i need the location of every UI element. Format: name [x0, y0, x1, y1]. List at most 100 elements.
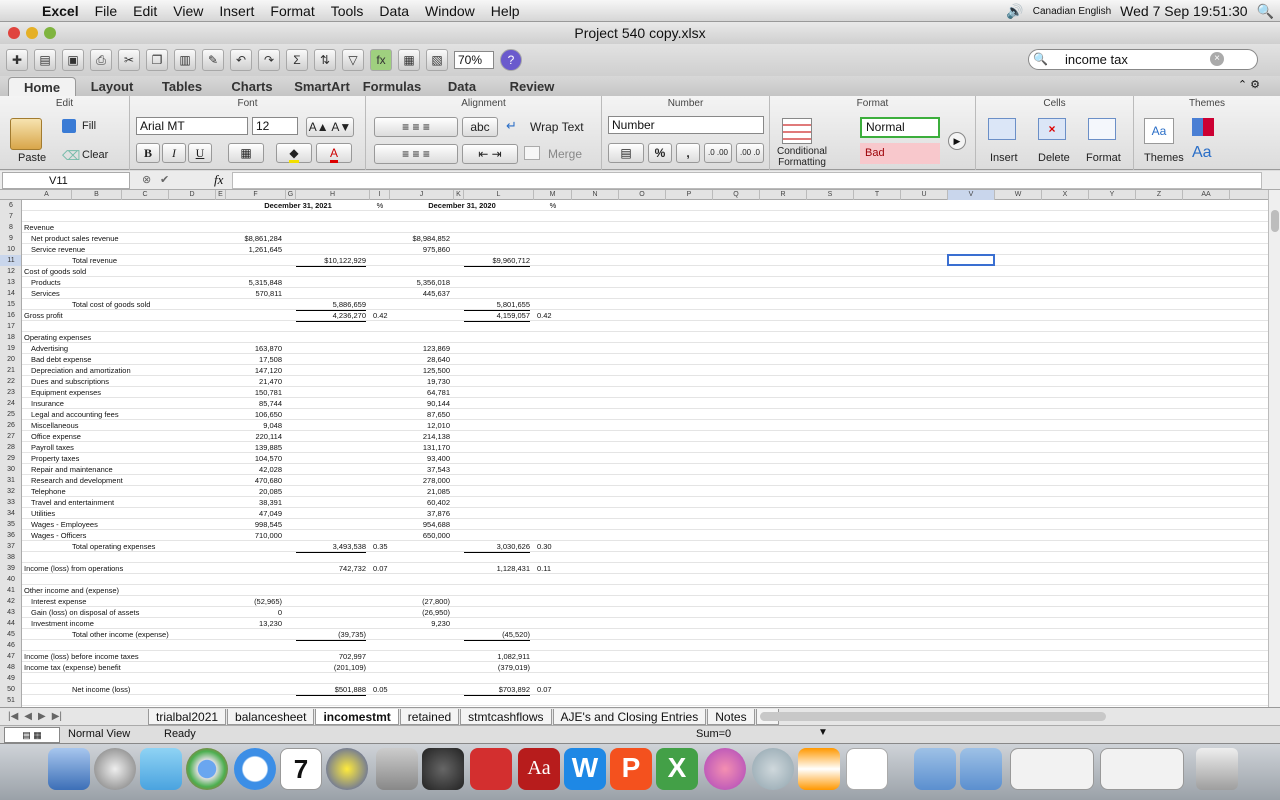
value-cell-m[interactable]: 0.42 — [537, 310, 572, 321]
document-icon[interactable] — [846, 748, 888, 790]
vertical-scrollbar[interactable] — [1268, 190, 1280, 707]
row-header[interactable]: 32 — [0, 486, 21, 497]
gallery-icon[interactable]: ▦ — [398, 49, 420, 71]
ribbon-collapse-icon[interactable]: ⌃ ⚙ — [1238, 78, 1260, 91]
column-header[interactable]: Y — [1089, 190, 1136, 200]
horizontal-scrollbar[interactable] — [760, 712, 1106, 721]
value-cell-l[interactable]: 4,159,057 — [464, 310, 530, 322]
value-cell-f[interactable]: 163,870 — [226, 343, 282, 354]
row-header[interactable]: 29 — [0, 453, 21, 464]
wrap-text-icon[interactable]: ↵ — [506, 118, 517, 134]
increase-decimal-button[interactable]: .0 .00 — [704, 143, 732, 163]
row-header[interactable]: 13 — [0, 277, 21, 288]
tab-home[interactable]: Home — [8, 77, 76, 96]
value-cell-j[interactable]: 650,000 — [390, 530, 450, 541]
column-header[interactable]: S — [807, 190, 854, 200]
value-cell-j[interactable]: 214,138 — [390, 431, 450, 442]
next-sheet-icon[interactable]: ▶ — [38, 711, 46, 722]
open-icon[interactable]: ▤ — [34, 49, 56, 71]
line-item-label[interactable]: Net income (loss) — [72, 684, 130, 695]
value-cell-h[interactable]: 742,732 — [296, 563, 366, 574]
value-cell-j[interactable]: 123,869 — [390, 343, 450, 354]
trash-icon[interactable] — [1196, 748, 1238, 790]
row-header[interactable]: 40 — [0, 574, 21, 585]
delete-label[interactable]: Delete — [1038, 152, 1070, 164]
tab-charts[interactable]: Charts — [218, 77, 286, 96]
value-cell-f[interactable]: 20,085 — [226, 486, 282, 497]
menu-insert[interactable]: Insert — [211, 0, 262, 22]
row-header[interactable]: 6 — [0, 200, 21, 211]
value-cell-f[interactable]: 998,545 — [226, 519, 282, 530]
undo-icon[interactable]: ↶ — [230, 49, 252, 71]
line-item-label[interactable]: Total operating expenses — [72, 541, 155, 552]
menu-view[interactable]: View — [165, 0, 211, 22]
wrap-text-label[interactable]: Wrap Text — [530, 120, 584, 134]
value-cell-f[interactable]: 139,885 — [226, 442, 282, 453]
column-header[interactable]: J — [390, 190, 454, 200]
row-header[interactable]: 25 — [0, 409, 21, 420]
column-header[interactable]: R — [760, 190, 807, 200]
menu-window[interactable]: Window — [417, 0, 483, 22]
line-item-label[interactable]: Travel and entertainment — [31, 497, 114, 508]
font-size-field[interactable]: 12 — [252, 117, 298, 135]
column-header[interactable]: G — [286, 190, 296, 200]
bold-button[interactable]: B — [136, 143, 160, 163]
line-item-label[interactable]: Income tax (expense) benefit — [24, 662, 121, 673]
value-cell-h[interactable]: (39,735) — [296, 629, 366, 641]
cancel-icon[interactable]: ⊗ — [142, 173, 151, 186]
row-header[interactable]: 38 — [0, 552, 21, 563]
value-cell-l[interactable]: (45,520) — [464, 629, 530, 641]
value-cell-j[interactable]: 278,000 — [390, 475, 450, 486]
number-format-field[interactable]: Number — [608, 116, 764, 134]
row-header[interactable]: 48 — [0, 662, 21, 673]
theme-fonts-icon[interactable]: Aa — [1192, 144, 1212, 162]
vlc-icon[interactable] — [798, 748, 840, 790]
row-header[interactable]: 18 — [0, 332, 21, 343]
audacity-icon[interactable] — [326, 748, 368, 790]
format-painter-icon[interactable]: ✎ — [202, 49, 224, 71]
line-item-label[interactable]: Wages - Employees — [31, 519, 98, 530]
line-item-label[interactable]: Dues and subscriptions — [31, 376, 109, 387]
sheet-tab-trialbal2021[interactable]: trialbal2021 — [148, 708, 227, 725]
row-header[interactable]: 19 — [0, 343, 21, 354]
value-cell-f[interactable]: $8,861,284 — [226, 233, 282, 244]
column-header[interactable]: L — [464, 190, 534, 200]
column-header[interactable]: M — [534, 190, 572, 200]
line-item-label[interactable]: Research and development — [31, 475, 123, 486]
value-cell-j[interactable]: 445,637 — [390, 288, 450, 299]
line-item-label[interactable]: Equipment expenses — [31, 387, 101, 398]
column-header[interactable]: W — [995, 190, 1042, 200]
column-header[interactable]: X — [1042, 190, 1089, 200]
enter-icon[interactable]: ✔ — [160, 173, 169, 186]
line-item-label[interactable]: Miscellaneous — [31, 420, 79, 431]
volume-icon[interactable]: 🔊 — [1006, 3, 1023, 20]
value-cell-h[interactable]: 702,997 — [296, 651, 366, 662]
borders-icon[interactable]: ▦ — [228, 143, 264, 163]
value-cell-j[interactable]: 93,400 — [390, 453, 450, 464]
value-cell-j[interactable]: 131,170 — [390, 442, 450, 453]
zoom-field[interactable]: 70% — [454, 51, 494, 69]
view-buttons[interactable]: ▤ ▦ — [4, 727, 60, 743]
fill-icon[interactable] — [62, 119, 76, 133]
paste-label[interactable]: Paste — [18, 152, 46, 164]
formula-builder-icon[interactable]: fx — [370, 49, 392, 71]
stack-screenshots-icon[interactable] — [1100, 748, 1184, 790]
column-header[interactable]: N — [572, 190, 619, 200]
column-header[interactable]: A — [22, 190, 72, 200]
row-header[interactable]: 31 — [0, 475, 21, 486]
spotlight-icon[interactable]: 🔍 — [1257, 3, 1274, 20]
selected-cell[interactable] — [947, 254, 995, 266]
row-header[interactable]: 24 — [0, 398, 21, 409]
row-header[interactable]: 11 — [0, 255, 21, 266]
save-icon[interactable]: ▣ — [62, 49, 84, 71]
fill-label[interactable]: Fill — [82, 120, 96, 132]
row-header[interactable]: 51 — [0, 695, 21, 706]
sum-dropdown-icon[interactable]: ▼ — [818, 727, 828, 738]
row-header[interactable]: 20 — [0, 354, 21, 365]
clear-label[interactable]: Clear — [82, 149, 108, 161]
themes-icon[interactable]: Aa — [1144, 118, 1174, 144]
indent-buttons[interactable]: ⇤ ⇥ — [462, 144, 518, 164]
font-name-field[interactable]: Arial MT — [136, 117, 248, 135]
vertical-align-buttons[interactable]: ≡ ≡ ≡ — [374, 117, 458, 137]
font-size-buttons[interactable]: A▲ A▼ — [306, 117, 354, 137]
